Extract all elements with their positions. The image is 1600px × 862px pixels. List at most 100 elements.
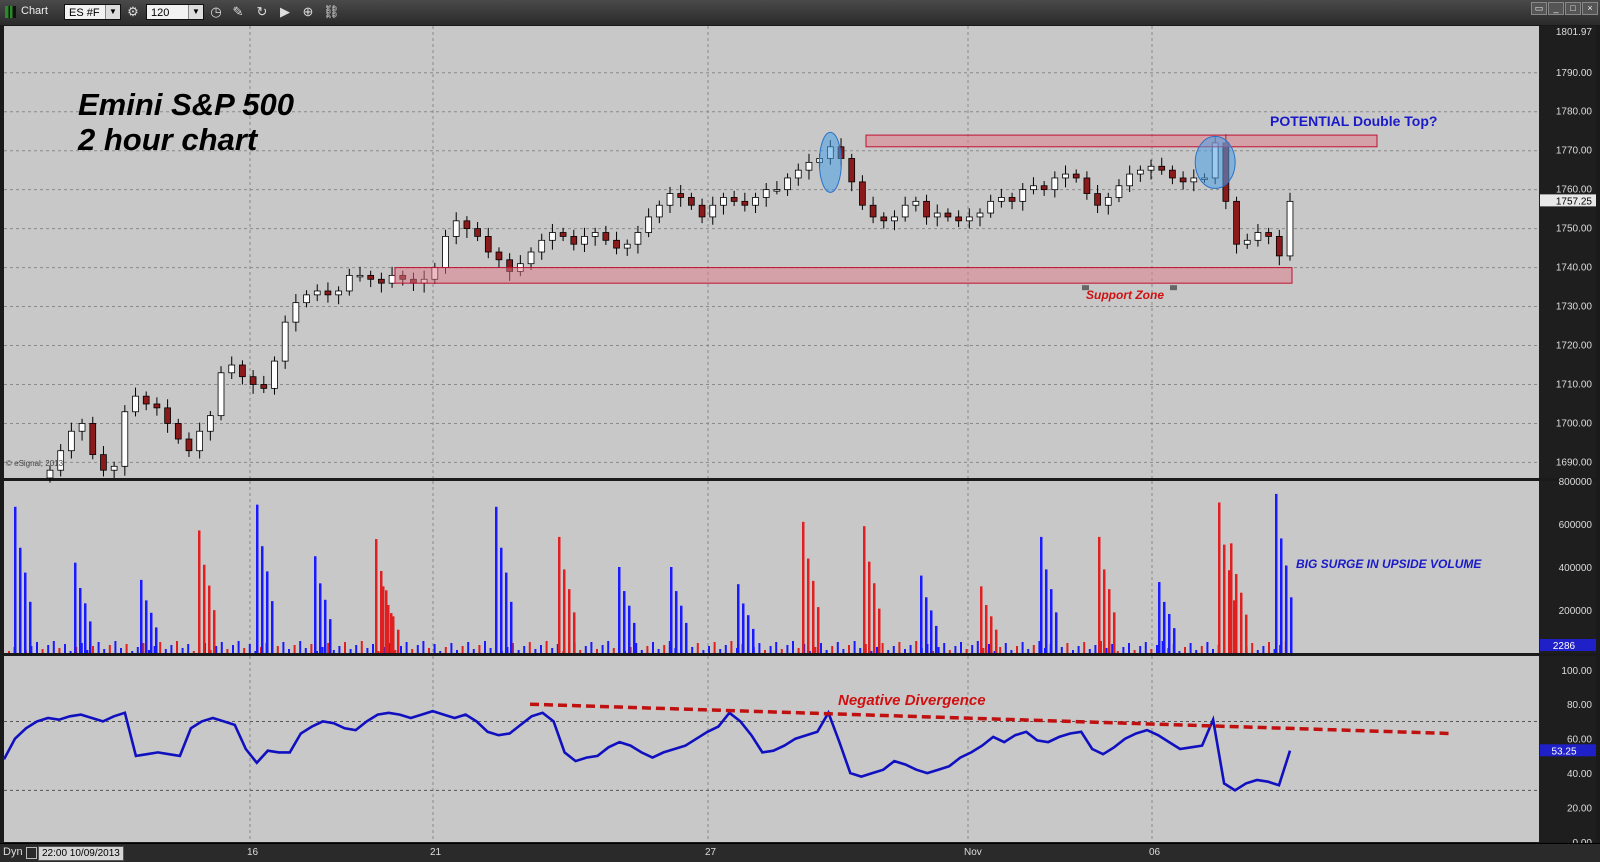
candle (870, 205, 876, 217)
volume-bar (159, 642, 161, 653)
chart-area[interactable]: 1690.001700.001710.001720.001730.001740.… (0, 25, 1600, 843)
volume-bar (1106, 648, 1108, 653)
minimize-icon[interactable]: _ (1548, 2, 1564, 15)
candle (218, 373, 224, 416)
volume-bar (238, 641, 240, 653)
volume-bar (243, 648, 245, 653)
chart-title-line2: 2 hour chart (77, 122, 259, 157)
volume-bar (670, 567, 673, 653)
candle (272, 361, 278, 388)
volume-bar (702, 650, 704, 653)
candle (378, 279, 384, 283)
volume-bar (1055, 612, 1058, 653)
price-top-label: 1801.97 (1556, 27, 1593, 38)
volume-bar (42, 649, 44, 653)
volume-last-label: 2286 (1553, 641, 1576, 652)
volume-bar (1108, 589, 1111, 653)
volume-bar (925, 597, 928, 653)
restore-icon[interactable]: ▭ (1531, 2, 1547, 15)
volume-bar (1128, 643, 1130, 653)
volume-bar (590, 642, 592, 653)
candle (763, 190, 769, 198)
volume-bar (730, 641, 732, 653)
oscillator-pane[interactable] (4, 656, 1539, 842)
volume-bar (64, 644, 66, 653)
pencil-icon[interactable]: ✎ (230, 4, 246, 20)
volume-bar (98, 642, 100, 653)
volume-bar (484, 641, 486, 653)
volume-bar (859, 648, 861, 653)
volume-bar (1078, 646, 1080, 653)
candle (635, 233, 641, 245)
volume-bar (1285, 565, 1288, 653)
volume-bar (607, 641, 609, 653)
volume-bar (1257, 650, 1259, 653)
volume-bar (1268, 642, 1270, 653)
volume-bar (652, 642, 654, 653)
candle (614, 240, 620, 248)
candle (304, 295, 310, 303)
volume-bar (904, 649, 906, 653)
volume-bar (1122, 647, 1124, 653)
symbol-input[interactable]: ES #F ▼ (64, 4, 121, 20)
candle (111, 466, 117, 470)
zoom-icon[interactable]: ⊕ (300, 4, 316, 20)
copyright-label: © eSignal, 2013 (6, 459, 64, 468)
volume-bar (150, 613, 153, 653)
volume-bar (752, 629, 755, 653)
status-grid-icon[interactable] (26, 847, 37, 859)
candle (656, 205, 662, 217)
volume-bar (417, 645, 419, 653)
volume-bar (551, 648, 553, 653)
candle (699, 205, 705, 217)
candle (229, 365, 235, 373)
price-tick-label: 1740.00 (1556, 263, 1593, 274)
price-axis[interactable] (1539, 26, 1596, 478)
clock-icon[interactable]: ◷ (208, 4, 224, 20)
candle (956, 217, 962, 221)
status-bar: Dyn 22:00 10/09/2013 (0, 843, 1600, 862)
volume-bar (182, 648, 184, 653)
candle (977, 213, 983, 217)
volume-bar (84, 603, 87, 653)
volume-bar (613, 648, 615, 653)
link-icon[interactable]: ⛓ (323, 4, 339, 20)
volume-bar (826, 650, 828, 653)
status-mode: Dyn (3, 846, 23, 858)
candle (1009, 197, 1015, 201)
interval-gear-icon[interactable]: ⚙ (125, 4, 141, 20)
volume-bar (1027, 649, 1029, 653)
maximize-icon[interactable]: □ (1565, 2, 1581, 15)
symbol-value: ES #F (69, 7, 100, 19)
volume-bar (1223, 545, 1226, 653)
chevron-down-icon[interactable]: ▼ (105, 5, 120, 19)
candle (806, 162, 812, 170)
volume-bar (1005, 643, 1007, 653)
play-icon[interactable]: ▶ (277, 4, 293, 20)
volume-bar (473, 649, 475, 653)
refresh-icon[interactable]: ↻ (254, 4, 270, 20)
candle (336, 291, 342, 295)
volume-bar (1111, 644, 1113, 653)
price-tick-label: 1720.00 (1556, 341, 1593, 352)
volume-bar (523, 646, 525, 653)
volume-bar (187, 644, 189, 653)
price-tick-label: 1760.00 (1556, 185, 1593, 196)
volume-bar (375, 539, 378, 653)
volume-bar (232, 645, 234, 653)
volume-bar (456, 650, 458, 653)
volume-bar (208, 586, 211, 653)
app-title: Chart (21, 5, 48, 17)
volume-bar (103, 649, 105, 653)
volume-bar (387, 605, 390, 653)
chevron-down-icon[interactable]: ▼ (188, 5, 203, 19)
volume-bar (878, 609, 881, 653)
candle (47, 470, 53, 478)
volume-bar (406, 642, 408, 653)
volume-bar (873, 583, 876, 653)
volume-bar (213, 610, 216, 653)
volume-bar (1240, 593, 1243, 653)
close-icon[interactable]: × (1582, 2, 1598, 15)
interval-input[interactable]: 120▼ (146, 4, 204, 20)
candle (571, 236, 577, 244)
